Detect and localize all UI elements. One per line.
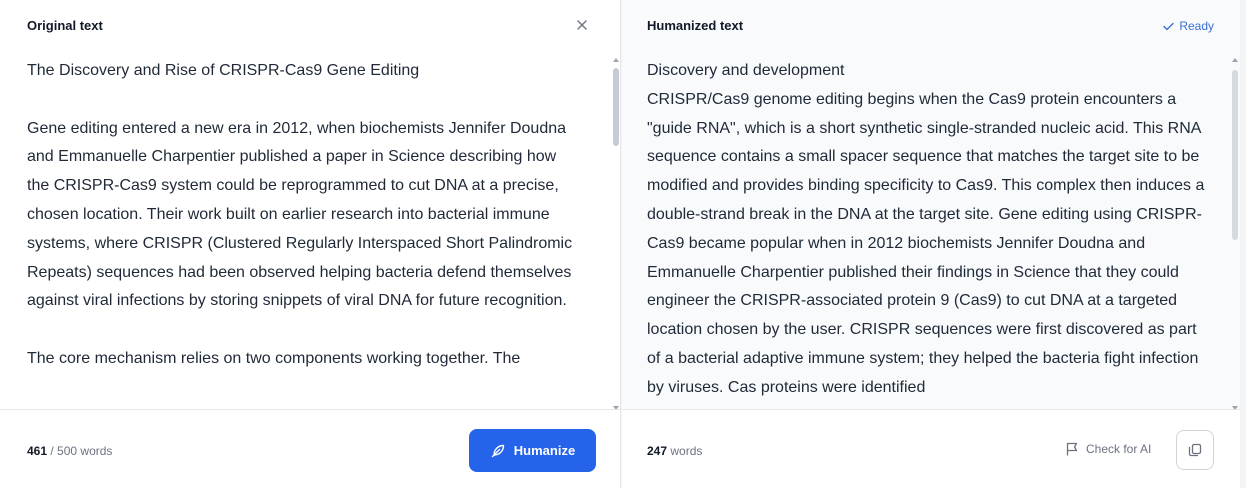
word-counter: 247 words bbox=[647, 444, 702, 458]
humanized-scrollbar[interactable] bbox=[1232, 58, 1238, 410]
word-counter: 461 / 500 words bbox=[27, 444, 112, 458]
copy-icon bbox=[1188, 443, 1202, 457]
original-panel-footer: 461 / 500 words Humanize bbox=[0, 409, 620, 488]
original-panel-title: Original text bbox=[27, 18, 103, 33]
flag-icon bbox=[1066, 442, 1078, 456]
humanize-button[interactable]: Humanize bbox=[469, 429, 596, 472]
original-paragraph: Gene editing entered a new era in 2012, … bbox=[27, 119, 573, 310]
word-limit-label: / 500 words bbox=[50, 444, 113, 458]
scrollbar-thumb[interactable] bbox=[1232, 70, 1238, 240]
humanized-panel-header: Humanized text Ready bbox=[622, 0, 1240, 52]
original-paragraph: The core mechanism relies on two compone… bbox=[27, 349, 521, 367]
check-for-ai-button[interactable]: Check for AI bbox=[1065, 442, 1151, 456]
humanizer-app: Original text The Discovery and Rise of … bbox=[0, 0, 1246, 488]
close-icon-glyph bbox=[577, 20, 587, 30]
original-panel-header: Original text bbox=[0, 0, 620, 52]
humanized-panel-footer: 247 words Check for AI bbox=[622, 409, 1240, 488]
check-for-ai-label: Check for AI bbox=[1086, 442, 1152, 456]
word-count-value: 247 bbox=[647, 444, 668, 458]
original-paragraph: The Discovery and Rise of CRISPR-Cas9 Ge… bbox=[27, 62, 420, 79]
humanized-text-panel: Humanized text Ready Discovery and devel… bbox=[622, 0, 1240, 488]
status-badge: Ready bbox=[1163, 19, 1214, 33]
humanized-panel-title: Humanized text bbox=[647, 18, 744, 33]
humanized-text-area[interactable]: Discovery and development CRISPR/Cas9 ge… bbox=[647, 57, 1206, 407]
original-text-area[interactable]: The Discovery and Rise of CRISPR-Cas9 Ge… bbox=[27, 57, 576, 407]
scrollbar-thumb[interactable] bbox=[613, 68, 619, 146]
word-unit-label: words bbox=[670, 444, 703, 458]
close-icon[interactable] bbox=[574, 18, 590, 34]
word-count-value: 461 bbox=[27, 444, 48, 458]
original-text-panel: Original text The Discovery and Rise of … bbox=[0, 0, 621, 488]
humanize-button-label: Humanize bbox=[513, 443, 576, 458]
copy-button[interactable] bbox=[1176, 430, 1214, 470]
check-icon bbox=[1163, 22, 1175, 30]
status-label: Ready bbox=[1179, 19, 1214, 33]
original-scrollbar[interactable] bbox=[613, 58, 619, 410]
feather-icon bbox=[491, 444, 504, 457]
